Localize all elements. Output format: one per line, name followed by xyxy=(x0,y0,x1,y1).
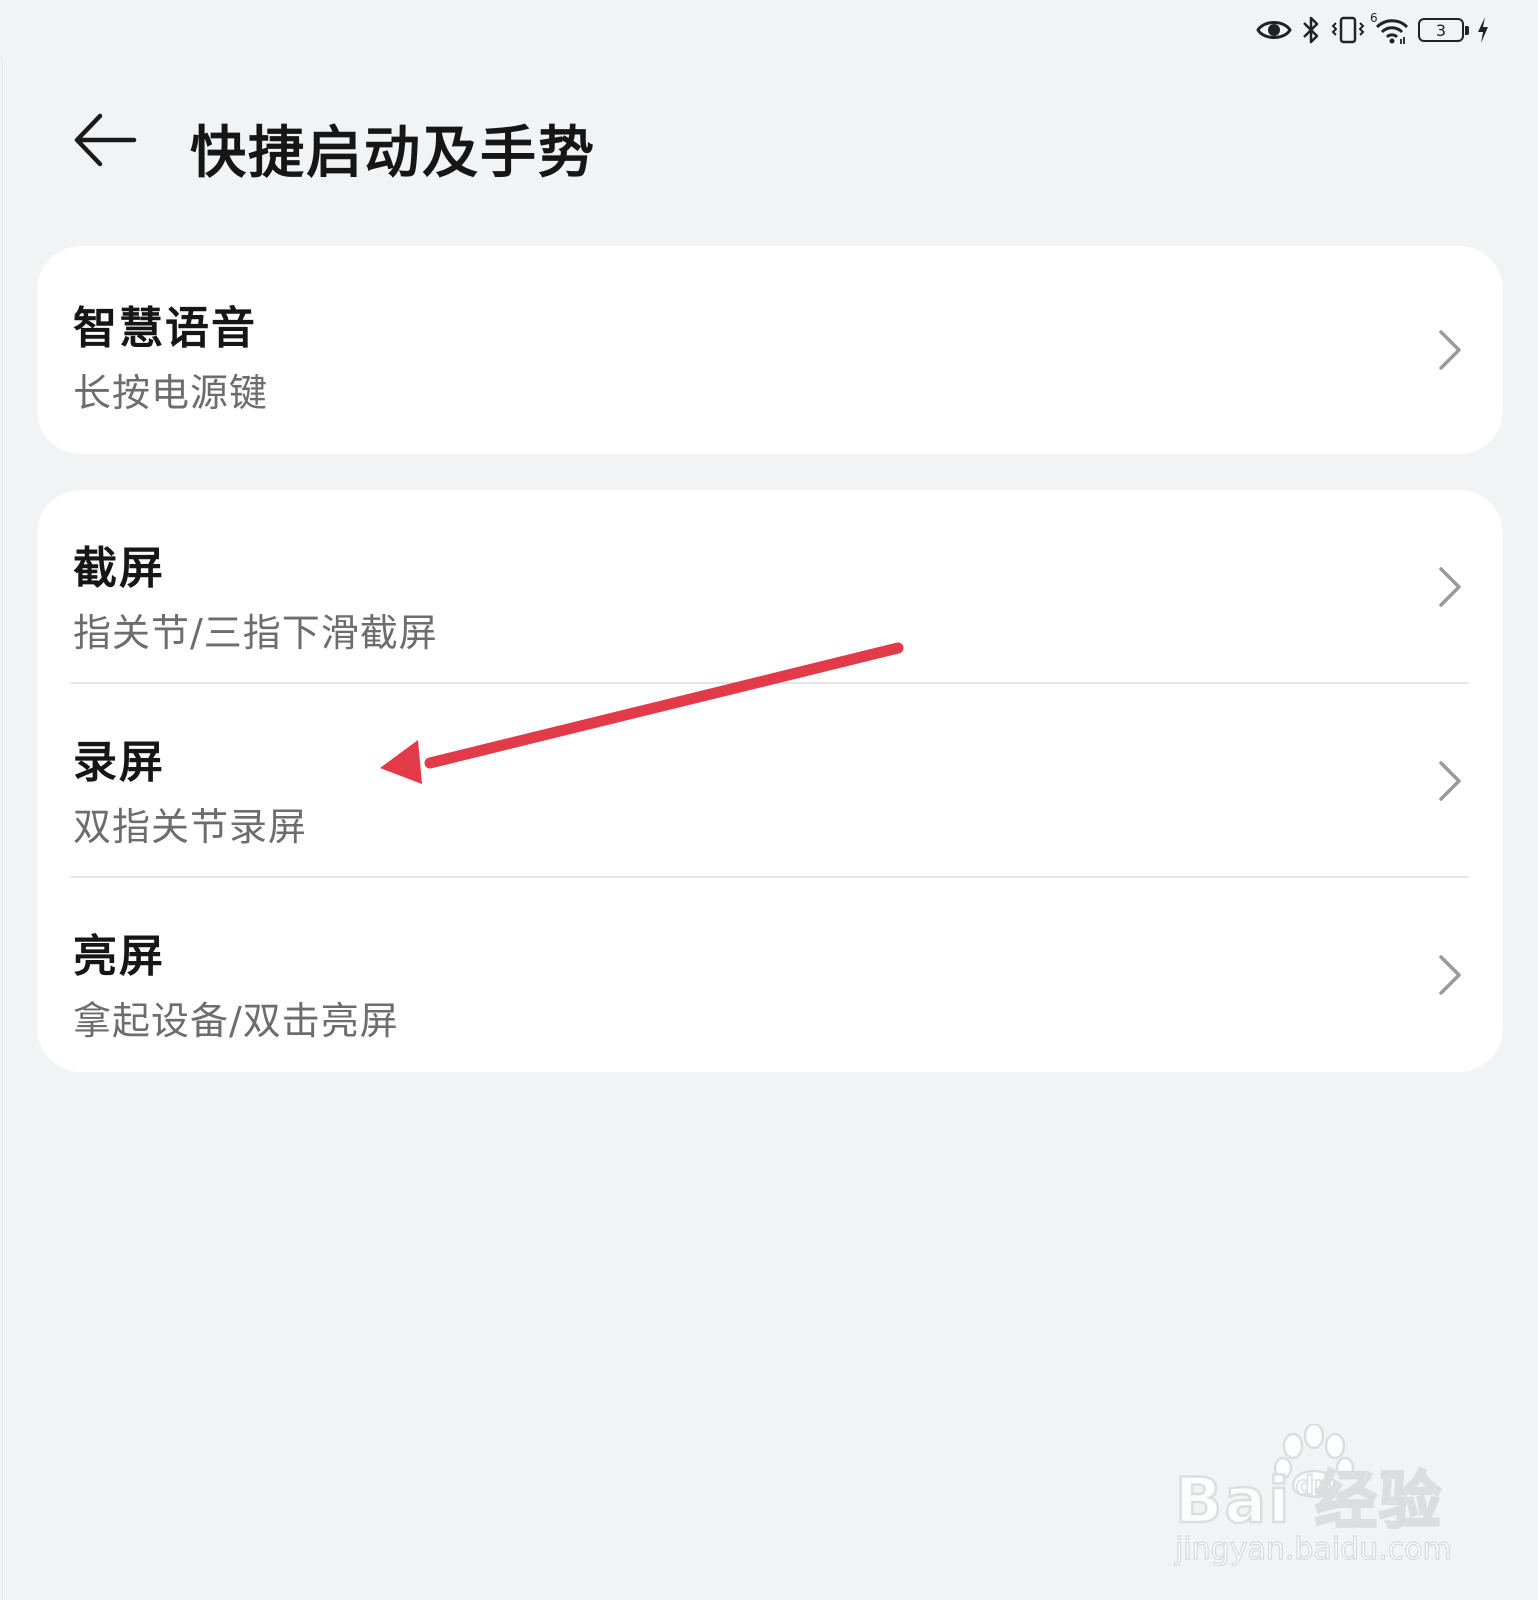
item-title: 亮屏 xyxy=(73,931,165,982)
item-subtitle: 双指关节录屏 xyxy=(73,805,308,849)
baidu-jingyan-watermark: du Bai 经验 jingyan.baidu.com xyxy=(1174,1424,1475,1580)
chevron-right-icon xyxy=(1437,328,1463,372)
arrow-left-icon xyxy=(72,113,138,174)
status-bar: 6 3 xyxy=(1256,10,1490,50)
watermark-logo: Bai 经验 xyxy=(1174,1463,1443,1539)
wifi-badge: 6 xyxy=(1370,11,1378,25)
watermark-url: jingyan.baidu.com xyxy=(1174,1531,1452,1567)
chevron-right-icon xyxy=(1437,759,1463,803)
eye-icon xyxy=(1256,17,1292,43)
list-item-screenshot[interactable]: 截屏 指关节/三指下滑截屏 xyxy=(37,490,1503,684)
list-item-smart-voice[interactable]: 智慧语音 长按电源键 xyxy=(37,246,1503,454)
battery-level: 3 xyxy=(1435,20,1447,40)
bluetooth-icon xyxy=(1300,15,1322,45)
edge-line xyxy=(2,60,3,1600)
chevron-right-icon xyxy=(1437,953,1463,997)
vibrate-icon xyxy=(1330,15,1366,45)
chevron-right-icon xyxy=(1437,565,1463,609)
settings-screen: 6 3 快捷启动及手势 智慧语音 长按电源键 截屏 指关节/三指下滑截屏 录屏 … xyxy=(0,0,1538,1600)
item-subtitle: 指关节/三指下滑截屏 xyxy=(73,611,438,655)
back-button[interactable] xyxy=(72,110,138,170)
item-subtitle: 长按电源键 xyxy=(73,371,269,415)
battery-icon: 3 xyxy=(1418,18,1469,42)
charging-icon xyxy=(1476,15,1490,45)
list-item-wake-screen[interactable]: 亮屏 拿起设备/双击亮屏 xyxy=(37,878,1503,1072)
header: 快捷启动及手势 xyxy=(0,90,1538,190)
settings-card-gestures: 截屏 指关节/三指下滑截屏 录屏 双指关节录屏 亮屏 拿起设备/双击亮屏 xyxy=(37,490,1503,1072)
item-subtitle: 拿起设备/双击亮屏 xyxy=(73,999,399,1043)
item-title: 录屏 xyxy=(73,737,165,788)
item-title: 截屏 xyxy=(73,543,165,594)
page-title: 快捷启动及手势 xyxy=(190,121,596,186)
settings-card-voice: 智慧语音 长按电源键 xyxy=(37,246,1503,454)
list-item-screen-record[interactable]: 录屏 双指关节录屏 xyxy=(37,684,1503,878)
item-title: 智慧语音 xyxy=(73,303,257,354)
wifi-icon: 6 xyxy=(1370,11,1410,45)
